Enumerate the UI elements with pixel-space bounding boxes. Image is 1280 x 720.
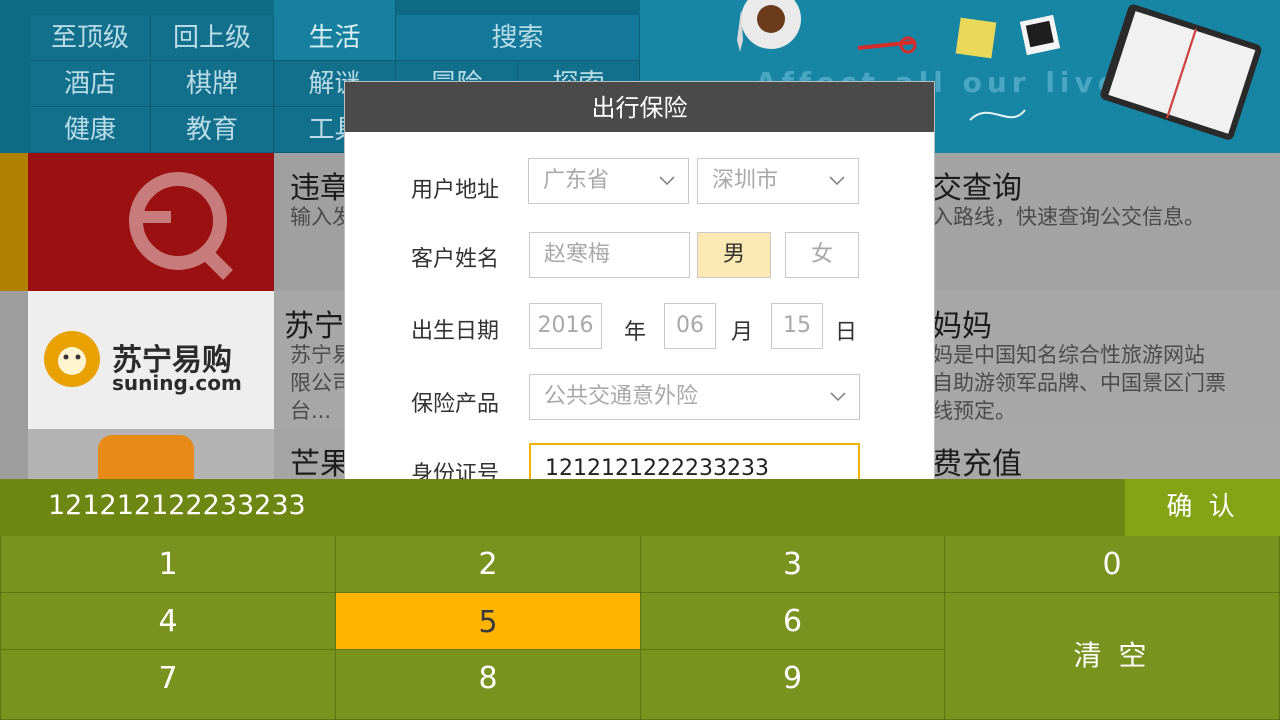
birth-day-input[interactable]: 15 xyxy=(771,303,823,349)
month-unit: 月 xyxy=(731,320,754,345)
keypad-display: 121212122233233 xyxy=(0,479,1125,536)
day-unit: 日 xyxy=(835,320,858,345)
province-value: 广东省 xyxy=(543,168,610,193)
item-title: 交查询 xyxy=(932,171,1022,206)
nav-life[interactable]: 生活 xyxy=(274,0,396,61)
item-desc: 妈是中国知名综合性旅游网站 自助游领军品牌、中国景区门票 线预定。 xyxy=(932,343,1226,423)
violation-icon xyxy=(129,172,233,280)
name-placeholder: 赵寒梅 xyxy=(544,242,611,267)
suning-thumbnail: 苏宁易购 suning.com xyxy=(28,291,274,429)
row-right: 妈妈 妈是中国知名综合性旅游网站 自助游领军品牌、中国景区门票 线预定。 xyxy=(932,291,1280,429)
nav-search[interactable]: 搜索 xyxy=(396,15,640,61)
product-label: 保险产品 xyxy=(411,392,500,417)
item-title: 费充值 xyxy=(932,447,1022,482)
birth-year-input[interactable]: 2016 xyxy=(529,303,602,349)
nav-health[interactable]: 健康 xyxy=(30,107,151,153)
birth-month-input[interactable]: 06 xyxy=(664,303,716,349)
nav-education[interactable]: 教育 xyxy=(151,107,274,153)
product-select[interactable]: 公共交通意外险 xyxy=(529,374,860,420)
key-1[interactable]: 1 xyxy=(0,536,336,593)
item-desc: 入路线，快速查询公交信息。 xyxy=(932,205,1205,229)
nav-hotel[interactable]: 酒店 xyxy=(30,61,151,107)
key-3[interactable]: 3 xyxy=(641,536,945,593)
id-number-input[interactable]: 1212121222233233 xyxy=(529,443,860,480)
item-desc: 输入发 xyxy=(290,205,353,229)
key-6[interactable]: 6 xyxy=(641,593,945,650)
dialog-title: 出行保险 xyxy=(345,82,934,132)
item-desc: 苏宁易 限公司 台... xyxy=(290,343,353,423)
id-number-value: 1212121222233233 xyxy=(545,456,769,480)
name-input[interactable]: 赵寒梅 xyxy=(529,232,690,278)
product-value: 公共交通意外险 xyxy=(544,384,699,409)
insurance-dialog: 出行保险 用户地址 广东省 深圳市 客户姓名 赵寒梅 男 女 出生日期 2016… xyxy=(345,82,934,480)
nav-chess[interactable]: 棋牌 xyxy=(151,61,274,107)
key-8[interactable]: 8 xyxy=(336,650,641,720)
id-label: 身份证号 xyxy=(411,462,500,480)
item-title: 芒果 xyxy=(290,447,350,482)
chevron-down-icon xyxy=(830,392,846,402)
name-label: 客户姓名 xyxy=(411,247,500,272)
gender-male-button[interactable]: 男 xyxy=(697,232,771,278)
row-accent xyxy=(0,291,28,429)
numeric-keypad: 121212122233233 确 认 1 2 3 0 4 5 6 清 空 7 … xyxy=(0,479,1280,720)
key-2[interactable]: 2 xyxy=(336,536,641,593)
nav-back-up[interactable]: 回上级 xyxy=(151,15,274,61)
suning-logo-subtext: suning.com xyxy=(112,371,242,395)
address-label: 用户地址 xyxy=(411,178,500,203)
item-title: 苏宁 xyxy=(284,309,344,344)
chevron-down-icon xyxy=(829,176,845,186)
key-7[interactable]: 7 xyxy=(0,650,336,720)
city-value: 深圳市 xyxy=(712,168,779,193)
key-5[interactable]: 5 xyxy=(336,593,641,650)
key-4[interactable]: 4 xyxy=(0,593,336,650)
clear-button[interactable]: 清 空 xyxy=(945,593,1280,720)
province-select[interactable]: 广东省 xyxy=(528,158,689,204)
violation-thumbnail xyxy=(28,153,274,291)
year-unit: 年 xyxy=(624,320,647,345)
confirm-button[interactable]: 确 认 xyxy=(1125,479,1280,536)
item-title: 违章 xyxy=(290,171,350,206)
row-accent xyxy=(0,153,28,291)
gender-female-button[interactable]: 女 xyxy=(785,232,859,278)
city-select[interactable]: 深圳市 xyxy=(697,158,859,204)
key-0[interactable]: 0 xyxy=(945,536,1280,593)
row-right: 交查询 入路线，快速查询公交信息。 xyxy=(932,153,1280,291)
birth-label: 出生日期 xyxy=(411,319,500,344)
nav-top-level[interactable]: 至顶级 xyxy=(30,15,151,61)
chevron-down-icon xyxy=(659,176,675,186)
key-9[interactable]: 9 xyxy=(641,650,945,720)
item-title: 妈妈 xyxy=(932,309,992,344)
